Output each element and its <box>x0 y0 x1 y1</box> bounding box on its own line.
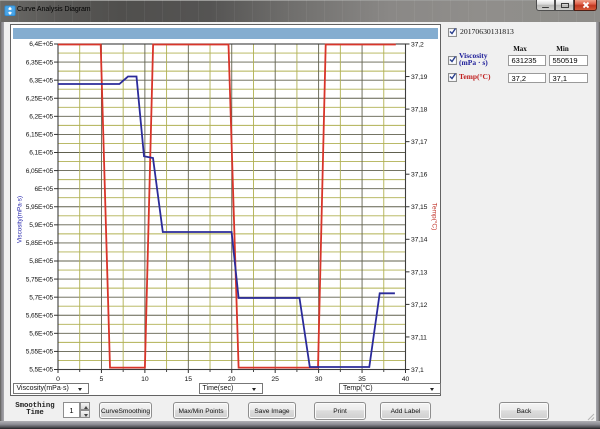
svg-text:15: 15 <box>185 376 193 383</box>
svg-text:5,75E+05: 5,75E+05 <box>26 276 54 283</box>
svg-text:37,13: 37,13 <box>411 269 428 276</box>
svg-text:6E+05: 6E+05 <box>34 186 53 193</box>
svg-text:6,05E+05: 6,05E+05 <box>26 168 54 175</box>
svg-text:37,18: 37,18 <box>411 107 428 114</box>
svg-text:5: 5 <box>100 376 104 383</box>
svg-text:5,5E+05: 5,5E+05 <box>29 367 53 374</box>
svg-text:6,4E+05: 6,4E+05 <box>29 41 53 48</box>
svg-text:5,6E+05: 5,6E+05 <box>29 331 53 338</box>
svg-text:5,65E+05: 5,65E+05 <box>26 312 54 319</box>
svg-text:37,19: 37,19 <box>411 74 428 81</box>
svg-text:5,8E+05: 5,8E+05 <box>29 258 53 265</box>
svg-text:6,25E+05: 6,25E+05 <box>26 95 54 102</box>
svg-text:5,55E+05: 5,55E+05 <box>26 349 54 356</box>
svg-text:5,95E+05: 5,95E+05 <box>26 204 54 211</box>
svg-text:37,15: 37,15 <box>411 204 428 211</box>
svg-text:37,12: 37,12 <box>411 302 428 309</box>
svg-text:30: 30 <box>315 376 323 383</box>
svg-text:6,2E+05: 6,2E+05 <box>29 114 53 121</box>
svg-text:6,15E+05: 6,15E+05 <box>26 132 54 139</box>
svg-text:37,16: 37,16 <box>411 172 428 179</box>
svg-text:5,7E+05: 5,7E+05 <box>29 294 53 301</box>
svg-text:10: 10 <box>141 376 149 383</box>
svg-text:37,11: 37,11 <box>411 334 427 341</box>
svg-text:5,9E+05: 5,9E+05 <box>29 222 53 229</box>
svg-text:6,35E+05: 6,35E+05 <box>26 59 54 66</box>
svg-text:37,14: 37,14 <box>411 237 428 244</box>
svg-text:37,1: 37,1 <box>411 367 424 374</box>
svg-text:25: 25 <box>271 376 279 383</box>
svg-text:37,17: 37,17 <box>411 139 428 146</box>
svg-text:37,2: 37,2 <box>411 41 424 48</box>
svg-text:5,85E+05: 5,85E+05 <box>26 240 54 247</box>
svg-text:6,1E+05: 6,1E+05 <box>29 150 53 157</box>
svg-text:6,3E+05: 6,3E+05 <box>29 77 53 84</box>
